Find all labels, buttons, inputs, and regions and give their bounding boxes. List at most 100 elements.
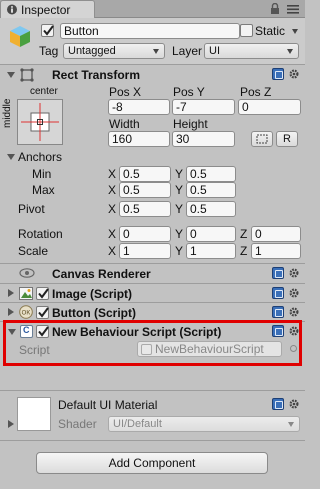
tag-label: Tag xyxy=(39,44,59,58)
script-field: NewBehaviourScript xyxy=(137,341,282,357)
scale-label: Scale xyxy=(18,244,49,258)
pos-y-input[interactable]: -7 xyxy=(172,99,235,115)
gameobject-header: Button Static Tag Untagged Layer UI xyxy=(0,18,305,64)
anchors-label: Anchors xyxy=(18,150,63,164)
scale-y-axis: Y xyxy=(175,244,184,258)
pivot-y-input[interactable]: 0.5 xyxy=(186,201,236,217)
layer-label: Layer xyxy=(172,44,203,58)
raw-edit-button[interactable]: R xyxy=(276,131,298,147)
scale-y-input[interactable]: 1 xyxy=(186,243,236,259)
chevron-down-icon xyxy=(153,49,159,54)
layer-dropdown[interactable]: UI xyxy=(204,43,299,59)
pos-x-label: Pos X xyxy=(109,85,142,99)
anchor-max-x-input[interactable]: 0.5 xyxy=(119,182,171,198)
pivot-y-axis: Y xyxy=(175,202,184,216)
width-input[interactable]: 160 xyxy=(108,131,170,147)
info-icon xyxy=(7,4,17,15)
width-label: Width xyxy=(109,117,140,131)
help-icon[interactable] xyxy=(272,68,284,80)
help-icon[interactable] xyxy=(272,325,284,337)
image-component-icon xyxy=(19,287,33,300)
anchor-presets-button[interactable] xyxy=(17,99,63,145)
image-enabled-checkbox[interactable] xyxy=(36,287,49,300)
anchor-min-y-input[interactable]: 0.5 xyxy=(186,166,236,182)
material-title: Default UI Material xyxy=(58,398,158,412)
static-label: Static xyxy=(255,24,286,38)
rotation-x-input[interactable]: 0 xyxy=(119,226,171,242)
chevron-down-icon xyxy=(288,422,294,427)
rotation-label: Rotation xyxy=(18,227,63,241)
inspector-tab-bar: Inspector xyxy=(0,0,305,18)
material-foldout[interactable] xyxy=(8,420,14,428)
rotation-y-input[interactable]: 0 xyxy=(186,226,236,242)
scale-z-axis: Z xyxy=(240,244,248,258)
button-enabled-checkbox[interactable] xyxy=(36,306,49,319)
anchor-max-y-input[interactable]: 0.5 xyxy=(186,182,236,198)
help-icon[interactable] xyxy=(272,267,284,279)
eye-icon xyxy=(19,268,35,278)
image-foldout[interactable] xyxy=(8,289,14,297)
pivot-x-input[interactable]: 0.5 xyxy=(119,201,171,217)
behaviour-enabled-checkbox[interactable] xyxy=(36,325,49,338)
rotation-z-axis: Z xyxy=(240,227,248,241)
active-checkbox[interactable] xyxy=(41,24,54,37)
svg-text:OK: OK xyxy=(22,311,31,317)
button-component-icon: OK xyxy=(19,305,33,319)
shader-label: Shader xyxy=(58,417,97,431)
help-icon[interactable] xyxy=(272,306,284,318)
divider xyxy=(0,390,305,391)
scale-x-input[interactable]: 1 xyxy=(119,243,171,259)
pivot-label: Pivot xyxy=(18,202,45,216)
gear-icon[interactable] xyxy=(288,68,300,80)
button-foldout[interactable] xyxy=(8,308,14,316)
behaviour-script-title: New Behaviour Script (Script) xyxy=(52,325,222,339)
scale-z-input[interactable]: 1 xyxy=(251,243,301,259)
rect-transform-foldout[interactable] xyxy=(7,72,15,78)
pos-z-label: Pos Z xyxy=(240,85,272,99)
anchor-preset-top-label: center xyxy=(30,86,58,97)
inspector-tab[interactable]: Inspector xyxy=(0,0,95,18)
csharp-script-icon xyxy=(20,325,33,338)
help-icon[interactable] xyxy=(272,287,284,299)
pivot-x-axis: X xyxy=(108,202,117,216)
panel-menu-icon[interactable] xyxy=(287,4,300,14)
object-name-input[interactable]: Button xyxy=(60,23,240,39)
script-value: NewBehaviourScript xyxy=(155,342,264,356)
shader-dropdown[interactable]: UI/Default xyxy=(108,416,300,432)
anchor-min-x-input[interactable]: 0.5 xyxy=(119,166,171,182)
gear-icon[interactable] xyxy=(288,325,300,337)
height-label: Height xyxy=(173,117,208,131)
divider xyxy=(0,440,305,441)
gear-icon[interactable] xyxy=(288,398,300,410)
gear-icon[interactable] xyxy=(288,287,300,299)
anchor-max-label: Max xyxy=(32,183,55,197)
rotation-z-input[interactable]: 0 xyxy=(251,226,301,242)
divider xyxy=(0,302,305,303)
static-dropdown-arrow-icon[interactable] xyxy=(292,29,298,34)
chevron-down-icon xyxy=(287,49,293,54)
blueprint-icon xyxy=(256,134,268,144)
add-component-button[interactable]: Add Component xyxy=(36,452,268,474)
tag-dropdown[interactable]: Untagged xyxy=(63,43,165,59)
help-icon[interactable] xyxy=(272,398,284,410)
anchor-max-y-axis: Y xyxy=(175,183,184,197)
pos-x-input[interactable]: -8 xyxy=(108,99,170,115)
rect-transform-icon xyxy=(20,68,34,82)
shader-value: UI/Default xyxy=(113,418,162,430)
scale-x-axis: X xyxy=(108,244,117,258)
height-input[interactable]: 30 xyxy=(172,131,235,147)
blueprint-mode-button[interactable] xyxy=(251,131,273,147)
pos-y-label: Pos Y xyxy=(173,85,205,99)
behaviour-foldout[interactable] xyxy=(8,329,16,335)
object-picker-icon[interactable] xyxy=(290,345,297,352)
static-checkbox[interactable] xyxy=(240,24,253,37)
rect-transform-title: Rect Transform xyxy=(52,68,141,82)
anchor-preset-side-label: middle xyxy=(2,98,13,128)
material-preview xyxy=(17,397,51,431)
lock-icon[interactable] xyxy=(270,3,280,14)
csharp-script-icon xyxy=(141,344,152,355)
gear-icon[interactable] xyxy=(288,306,300,318)
pos-z-input[interactable]: 0 xyxy=(238,99,301,115)
gear-icon[interactable] xyxy=(288,267,300,279)
anchors-foldout[interactable] xyxy=(7,154,15,160)
